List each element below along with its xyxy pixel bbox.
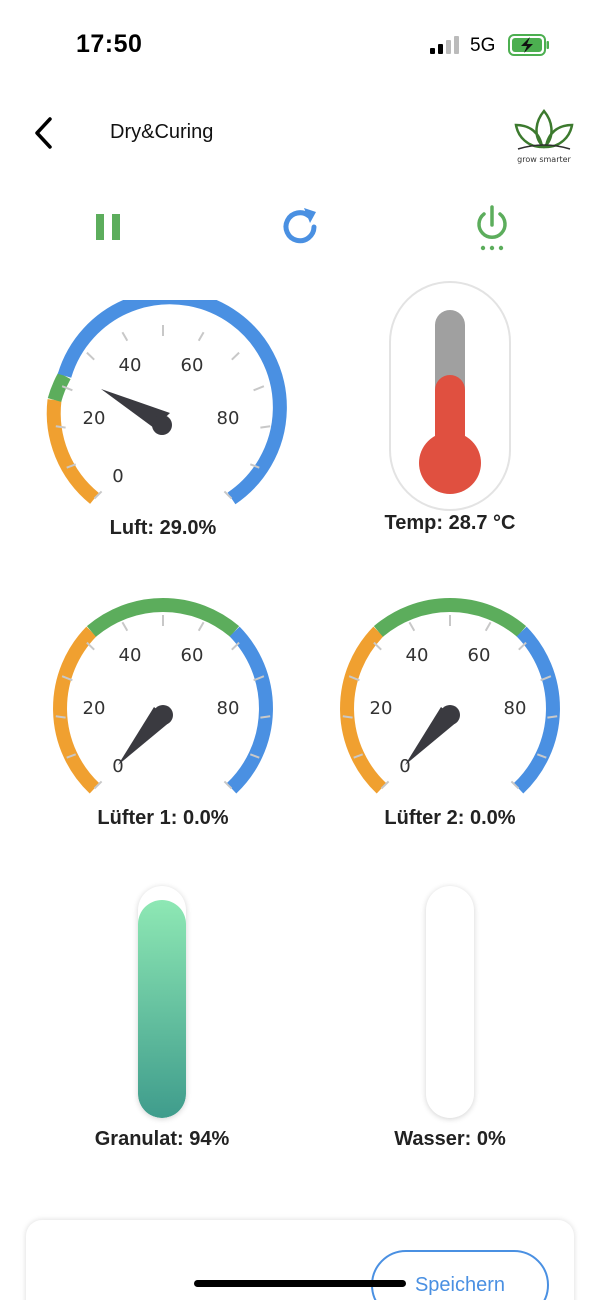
page-title: Dry&Curing <box>110 121 214 143</box>
fan2-gauge-dial: 0 20 40 60 80 <box>340 598 560 794</box>
gauge-tick-label: 20 <box>83 698 106 719</box>
gauge-tick-label: 20 <box>370 698 393 719</box>
gauge-tick-label: 60 <box>181 355 204 376</box>
gauge-needle <box>101 389 172 435</box>
fan2-gauge-label: Lüfter 2: 0.0% <box>384 807 516 829</box>
signal-icon <box>430 36 459 54</box>
logo-text: grow smarter <box>517 155 571 164</box>
thermometer <box>389 281 511 511</box>
water-tank <box>426 886 474 1118</box>
gauge-tick-label: 40 <box>119 645 142 666</box>
fan2-gauge: 0 20 40 60 80 Lüfter 2: 0.0% <box>325 590 575 829</box>
fan1-gauge-dial: 0 20 40 60 80 <box>53 598 273 794</box>
back-chevron-icon[interactable] <box>30 115 58 151</box>
humidity-gauge-dial: 0 20 40 60 80 <box>46 290 287 505</box>
status-time: 17:50 <box>76 30 143 58</box>
gauge-tick-label: 80 <box>217 698 240 719</box>
save-button[interactable]: Speichern <box>371 1250 549 1300</box>
gauge-tick-label: 40 <box>406 645 429 666</box>
status-bar: 17:50 5G <box>0 0 600 90</box>
gauge-needle <box>118 705 173 765</box>
nav-bar: Dry&Curing grow smarter <box>0 95 600 175</box>
gauge-tick-label: 0 <box>112 466 123 487</box>
gauge-tick-label: 20 <box>83 408 106 429</box>
gauge-arc-green <box>47 372 71 403</box>
leaf-logo-icon <box>514 109 574 150</box>
power-icon[interactable] <box>468 200 518 256</box>
temperature-label: Temp: 28.7 °C <box>384 512 516 534</box>
gauge-tick-label: 40 <box>119 355 142 376</box>
gauge-arc-blue <box>57 290 287 505</box>
gauge-tick-label: 60 <box>468 645 491 666</box>
battery-charging-icon <box>508 34 549 56</box>
control-bar <box>0 200 600 260</box>
granulat-label: Granulat: 94% <box>94 1128 230 1150</box>
thermometer-bulb <box>419 432 481 494</box>
humidity-gauge-label: Luft: 29.0% <box>109 517 217 539</box>
gauge-tick-label: 60 <box>181 645 204 666</box>
home-indicator <box>194 1280 406 1287</box>
humidity-gauge: 0 20 40 60 80 Luft: 29.0% <box>38 290 288 539</box>
granulat-tank <box>138 886 186 1118</box>
gauge-tick-label: 80 <box>217 408 240 429</box>
gauge-needle <box>405 705 460 765</box>
network-type: 5G <box>470 35 496 56</box>
fan1-gauge: 0 20 40 60 80 Lüfter 1: 0.0% <box>38 590 288 829</box>
bottom-card: Speichern <box>26 1220 574 1300</box>
refresh-icon[interactable] <box>276 200 326 256</box>
pause-icon[interactable] <box>84 200 134 256</box>
gauge-tick-label: 80 <box>504 698 527 719</box>
fan1-gauge-label: Lüfter 1: 0.0% <box>97 807 229 829</box>
granulat-tank-fill <box>138 899 186 1118</box>
brand-logo: grow smarter <box>508 103 580 173</box>
water-label: Wasser: 0% <box>394 1128 506 1150</box>
